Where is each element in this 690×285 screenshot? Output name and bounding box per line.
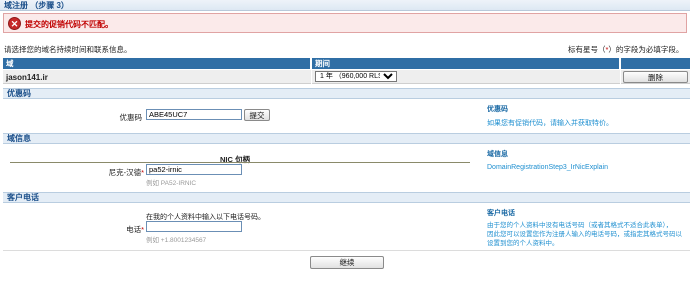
promo-code-input[interactable] xyxy=(146,109,242,120)
nic-label-text: 尼克-汉德 xyxy=(108,168,142,177)
remove-button[interactable]: 删除 xyxy=(623,71,688,83)
page-title: 域注册 （步骤 3） xyxy=(0,0,690,11)
footer-divider xyxy=(3,250,690,251)
column-header-action xyxy=(621,58,690,69)
phone-help-text-2: 因此您可以设置您作为注册人输入的电话号码，或指定其格式号码以 xyxy=(487,231,682,238)
error-message: 提交的促销代码不匹配。 xyxy=(25,20,113,29)
promo-submit-button[interactable]: 提交 xyxy=(244,109,270,121)
section-header-phone: 客户电话 xyxy=(3,192,690,203)
required-fields-note: 标有星号（*）的字段为必填字段。 xyxy=(568,44,683,55)
phone-help-text-1: 由于您的个人资料中没有电话号码（或者其格式不适合此表单）， xyxy=(487,222,673,229)
promo-help-title: 优惠码 xyxy=(487,106,508,113)
phone-input[interactable] xyxy=(146,221,242,232)
required-suffix: ）的字段为必填字段。 xyxy=(608,45,684,54)
phone-help-text-3: 设置到您的个人资料中。 xyxy=(487,240,559,247)
phone-label: 电话* xyxy=(100,224,144,235)
period-select[interactable]: 1 年 （960,000 RLS） xyxy=(315,71,397,82)
continue-button[interactable]: 继续 xyxy=(310,256,384,269)
section-header-domain-info: 域信息 xyxy=(3,133,690,144)
domain-info-help-title: 域信息 xyxy=(487,151,508,158)
promo-help-text: 如果您有促销代码，请输入并获取特价。 xyxy=(487,120,613,127)
domain-name: jason141.ir xyxy=(6,73,48,82)
nic-label: 尼克-汉德* xyxy=(82,167,144,178)
nic-divider xyxy=(10,162,470,163)
nic-hint: 例如 PA52-IRNIC xyxy=(146,180,197,187)
domain-info-help-text: DomainRegistrationStep3_IrNicExplain xyxy=(487,164,609,171)
nic-handle-input[interactable] xyxy=(146,164,242,175)
column-header-domain: 域 xyxy=(3,58,311,69)
column-header-period: 期间 xyxy=(312,58,620,69)
phone-help-title: 客户电话 xyxy=(487,210,515,217)
section-header-promo: 优惠码 xyxy=(3,88,690,99)
promo-label: 优惠码 xyxy=(119,113,143,122)
phone-label-text: 电话 xyxy=(126,225,142,234)
required-prefix: 标有星号（ xyxy=(568,45,606,54)
nic-required-star: * xyxy=(141,168,144,177)
table-row-domain-cell: jason141.ir xyxy=(3,70,311,84)
error-x-icon: ✕ xyxy=(8,17,21,30)
error-banner: ✕ 提交的促销代码不匹配。 xyxy=(3,13,687,33)
phone-required-star: * xyxy=(141,225,144,234)
instructions-text: 请选择您的域名持续时间和联系信息。 xyxy=(4,45,132,54)
phone-hint: 例如 +1.8001234567 xyxy=(146,237,207,244)
